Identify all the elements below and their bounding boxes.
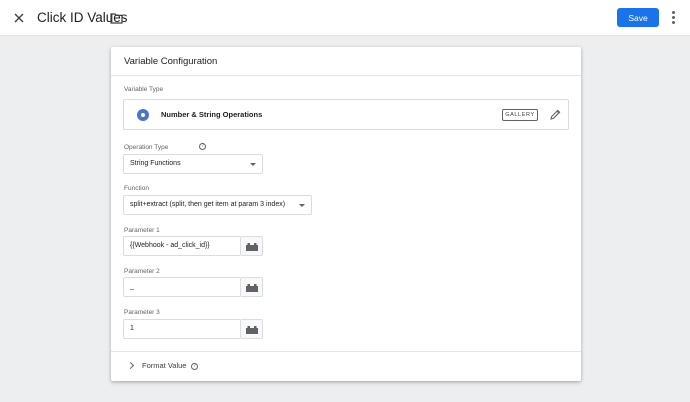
top-bar: Click ID Values Save (0, 0, 690, 36)
chevron-right-icon (126, 361, 135, 370)
more-vert-icon[interactable] (670, 10, 676, 26)
function-select[interactable]: split+extract (split, then get item at p… (123, 195, 312, 215)
parameter-3-input[interactable]: 1 (123, 319, 241, 339)
parameter-3-label: Parameter 3 (124, 309, 160, 316)
close-icon[interactable] (11, 10, 27, 26)
variable-picker-icon[interactable] (241, 319, 263, 339)
function-label: Function (124, 185, 149, 192)
parameter-2-label: Parameter 2 (124, 268, 160, 275)
card-divider (111, 75, 581, 76)
help-icon[interactable]: ? (191, 363, 198, 370)
variable-type-label: Variable Type (124, 86, 164, 93)
parameter-2-input[interactable]: _ (123, 277, 241, 297)
folder-icon[interactable] (110, 11, 123, 24)
settings-icon (137, 109, 149, 121)
parameter-1-input[interactable]: {{Webhook - ad_click_id}} (123, 236, 241, 256)
variable-picker-icon[interactable] (241, 236, 263, 256)
parameter-1-label: Parameter 1 (124, 227, 160, 234)
pencil-icon[interactable] (549, 108, 562, 121)
operation-type-select[interactable]: String Functions (123, 154, 263, 174)
variable-type-box[interactable]: Number & String Operations GALLERY (123, 99, 569, 130)
operation-type-label: Operation Type (124, 144, 169, 151)
dropdown-caret-icon (299, 204, 305, 207)
dropdown-caret-icon (250, 163, 256, 166)
gallery-badge: GALLERY (502, 109, 538, 121)
format-value-label: Format Value (142, 361, 187, 370)
variable-picker-icon[interactable] (241, 277, 263, 297)
card-title: Variable Configuration (124, 56, 218, 67)
save-button[interactable]: Save (617, 8, 659, 27)
operation-type-value: String Functions (130, 160, 181, 167)
variable-configuration-card: Variable Configuration Variable Type Num… (111, 47, 581, 381)
format-value-toggle[interactable]: Format Value ? (111, 352, 581, 381)
help-icon[interactable]: ? (199, 143, 206, 150)
variable-type-name: Number & String Operations (161, 110, 263, 119)
function-value: split+extract (split, then get item at p… (130, 201, 286, 208)
